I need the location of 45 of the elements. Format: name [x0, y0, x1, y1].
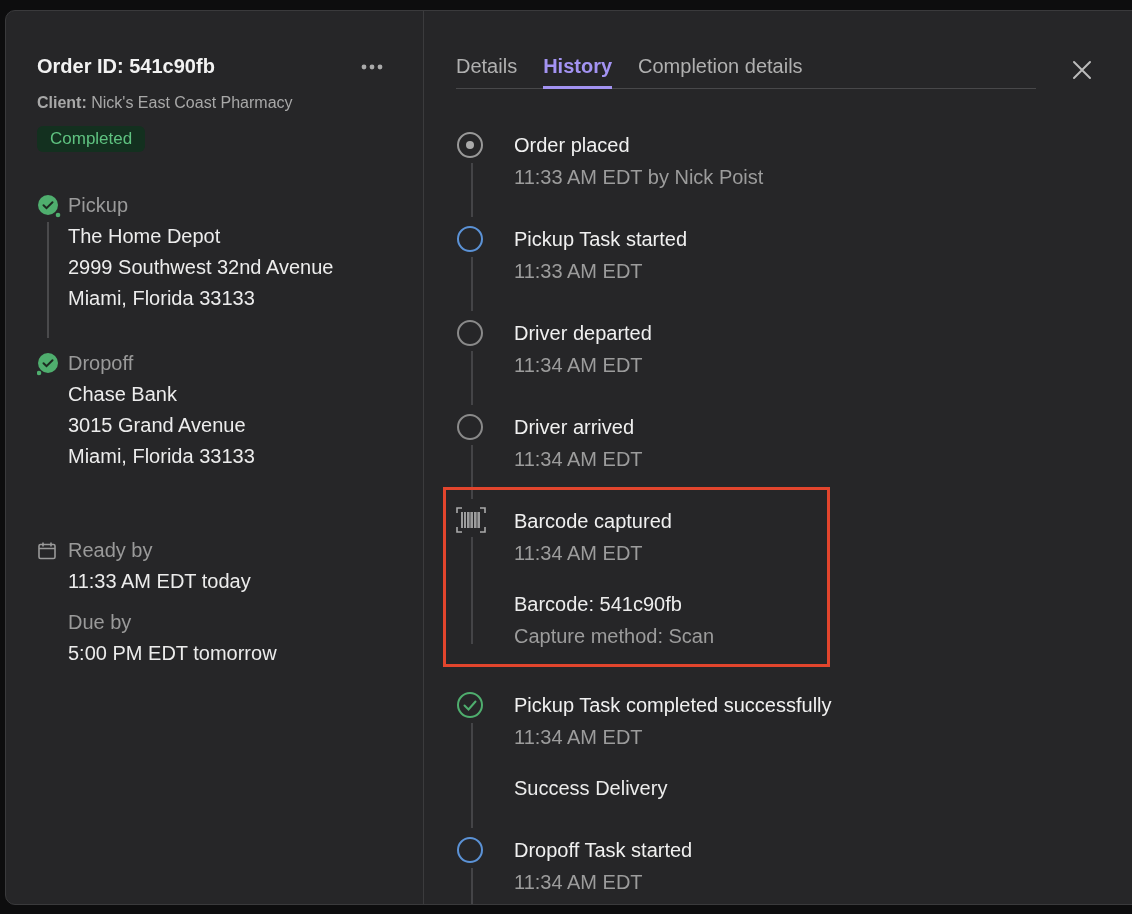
event-time: 11:34 AM EDT: [514, 725, 644, 750]
stop-label: Pickup: [68, 193, 130, 218]
circle-icon: [456, 413, 484, 441]
address-line: Miami, Florida 33133: [68, 286, 256, 311]
event-time: 11:33 AM EDT by Nick Poist: [514, 165, 764, 190]
event-detail: Barcode: 541c90fb: [514, 592, 683, 617]
event-title: Barcode captured: [514, 509, 673, 534]
close-icon[interactable]: [1072, 60, 1092, 80]
address-line: The Home Depot: [68, 224, 222, 249]
event-title: Order placed: [514, 133, 631, 158]
event-time: 11:34 AM EDT: [514, 541, 644, 566]
more-icon[interactable]: [361, 63, 383, 70]
schedule-time: 5:00 PM EDT tomorrow: [68, 641, 277, 666]
radio-dot-icon: [456, 131, 484, 159]
circle-icon: [456, 225, 484, 253]
circle-icon: [456, 836, 484, 864]
event-time: 11:33 AM EDT: [514, 259, 644, 284]
tab[interactable]: Details: [456, 51, 518, 89]
circle-icon: [456, 319, 484, 347]
status-badge: Completed: [37, 126, 146, 152]
event-title: Pickup Task completed successfully: [514, 693, 832, 718]
event-title: Driver departed: [514, 321, 652, 346]
event-title: Driver arrived: [514, 415, 636, 440]
tab[interactable]: Completion details: [638, 51, 803, 89]
event-detail: Capture method: Scan: [514, 624, 715, 649]
event-title: Dropoff Task started: [514, 838, 693, 863]
address-line: Chase Bank: [68, 382, 178, 407]
tab[interactable]: History: [543, 51, 613, 89]
barcode-icon: [456, 507, 486, 533]
event-time: 11:34 AM EDT: [514, 353, 644, 378]
address-line: 3015 Grand Avenue: [68, 413, 247, 438]
address-line: 2999 Southwest 32nd Avenue: [68, 255, 334, 280]
calendar-icon: [37, 541, 57, 561]
schedule-time: 11:33 AM EDT today: [68, 569, 251, 594]
schedule-label: Ready by: [68, 538, 154, 563]
event-time: 11:34 AM EDT: [514, 870, 644, 895]
check-circle-icon: [456, 691, 484, 719]
event-time: 11:34 AM EDT: [514, 447, 643, 472]
client-name: Client: Nick's East Coast Pharmacy: [37, 94, 293, 112]
order-title: Order ID: 541c90fb: [37, 55, 215, 78]
stop-label: Dropoff: [68, 351, 135, 376]
event-detail: Success Delivery: [514, 776, 669, 801]
address-line: Miami, Florida 33133: [68, 444, 255, 469]
event-title: Pickup Task started: [514, 227, 688, 252]
schedule-label: Due by: [68, 610, 133, 635]
